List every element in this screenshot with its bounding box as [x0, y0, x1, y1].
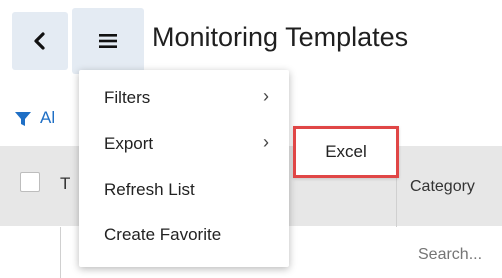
menu-item-label: Filters — [104, 88, 151, 107]
menu-button[interactable] — [72, 8, 144, 74]
column-header-name[interactable]: T — [60, 174, 70, 194]
chevron-right-icon: › — [263, 86, 269, 106]
export-submenu-excel[interactable]: Excel — [293, 126, 399, 178]
category-search-input[interactable] — [418, 246, 502, 264]
funnel-icon[interactable] — [14, 110, 32, 128]
hamburger-icon — [99, 34, 117, 48]
menu-item-label: Create Favorite — [104, 225, 222, 244]
menu-item-create-favorite[interactable]: Create Favorite — [79, 213, 289, 255]
hamburger-dropdown-menu: Filters › Export › Refresh List Create F… — [79, 70, 289, 267]
menu-item-refresh-list[interactable]: Refresh List — [79, 168, 289, 210]
page-title: Monitoring Templates — [152, 22, 409, 52]
chevron-left-icon — [34, 32, 45, 50]
chevron-right-icon: › — [263, 132, 269, 152]
menu-item-export[interactable]: Export › — [79, 122, 289, 164]
menu-item-filters[interactable]: Filters › — [79, 76, 289, 118]
menu-item-label: Refresh List — [104, 180, 195, 199]
menu-item-label: Export — [104, 134, 154, 153]
filter-all-link[interactable]: Al — [40, 108, 55, 128]
column-header-category[interactable]: Category — [410, 178, 475, 196]
back-button[interactable] — [12, 12, 68, 70]
submenu-item-label: Excel — [325, 142, 367, 161]
select-all-checkbox[interactable] — [20, 172, 40, 192]
